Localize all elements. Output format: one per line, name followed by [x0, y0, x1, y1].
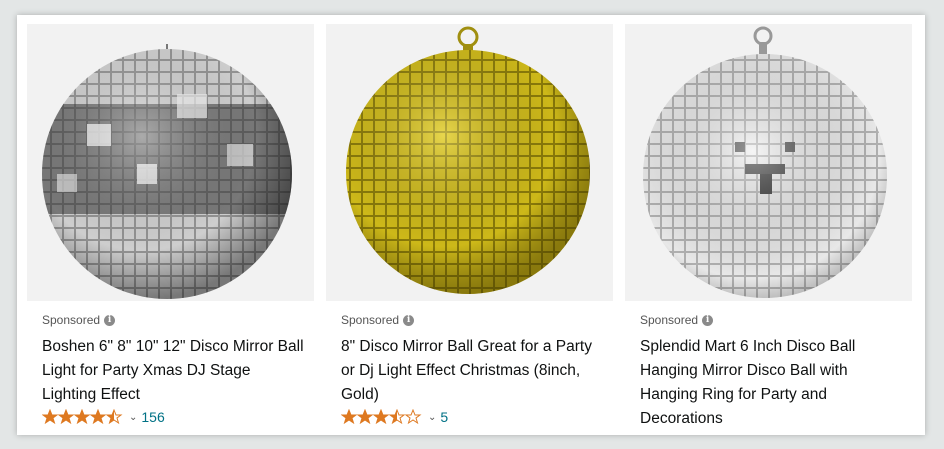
sponsored-label[interactable]: Sponsored i: [341, 313, 415, 327]
sponsored-text: Sponsored: [341, 313, 400, 327]
star-rating-icon[interactable]: [42, 409, 124, 425]
info-icon[interactable]: i: [702, 314, 714, 326]
sponsored-text: Sponsored: [42, 313, 101, 327]
review-count[interactable]: 156: [141, 409, 164, 425]
info-icon[interactable]: i: [403, 314, 415, 326]
star-rating-icon[interactable]: [341, 409, 423, 425]
chevron-down-icon[interactable]: ⌄: [129, 412, 137, 423]
product-card[interactable]: Sponsored i 8" Disco Mirror Ball Great f…: [321, 15, 613, 435]
review-count[interactable]: 5: [440, 409, 448, 425]
product-image[interactable]: [326, 24, 613, 301]
chevron-down-icon[interactable]: ⌄: [428, 412, 436, 423]
product-title[interactable]: Splendid Mart 6 Inch Disco Ball Hanging …: [640, 335, 902, 431]
product-card[interactable]: Sponsored i Boshen 6" 8" 10" 12" Disco M…: [22, 15, 314, 435]
info-icon[interactable]: i: [104, 314, 116, 326]
sponsored-label[interactable]: Sponsored i: [42, 313, 116, 327]
rating[interactable]: ⌄ 156: [42, 409, 165, 425]
product-title[interactable]: 8" Disco Mirror Ball Great for a Party o…: [341, 335, 603, 407]
sponsored-text: Sponsored: [640, 313, 699, 327]
rating[interactable]: ⌄ 5: [341, 409, 448, 425]
product-card[interactable]: Sponsored i Splendid Mart 6 Inch Disco B…: [620, 15, 912, 435]
product-image[interactable]: [27, 24, 314, 301]
product-title[interactable]: Boshen 6" 8" 10" 12" Disco Mirror Ball L…: [42, 335, 304, 407]
results-strip: Sponsored i Boshen 6" 8" 10" 12" Disco M…: [17, 15, 925, 435]
product-image[interactable]: [625, 24, 912, 301]
sponsored-label[interactable]: Sponsored i: [640, 313, 714, 327]
